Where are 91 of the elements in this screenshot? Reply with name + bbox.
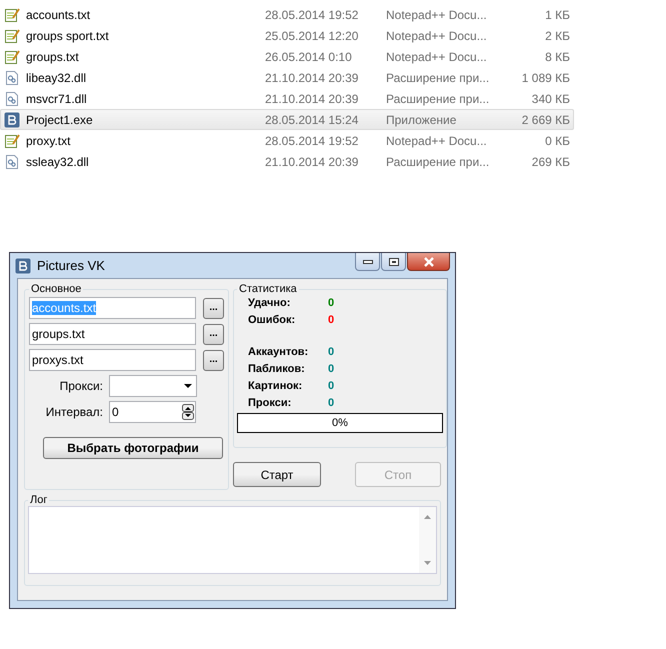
- file-name: Project1.exe: [26, 112, 94, 126]
- browse-button[interactable]: ...: [203, 350, 224, 370]
- file-size: 0 КБ: [544, 134, 570, 148]
- dropdown-arrow-icon: [184, 384, 192, 388]
- file-type: Расширение при...: [386, 92, 490, 106]
- file-date: 26.05.2014 0:10: [265, 50, 353, 64]
- file-type: Notepad++ Docu...: [386, 8, 488, 22]
- file-date: 21.10.2014 20:39: [265, 92, 360, 106]
- file-name: proxy.txt: [26, 134, 72, 148]
- file-name: accounts.txt: [26, 8, 92, 22]
- file-row[interactable]: msvcr71.dll 21.10.2014 20:39 Расширение при... 340 КБ: [0, 88, 574, 109]
- stat-label: Картинок:: [248, 380, 304, 392]
- file-row[interactable]: groups sport.txt 25.05.2014 12:20 Notepad++ Docu... 2 КБ: [0, 25, 574, 46]
- file-row[interactable]: ssleay32.dll 21.10.2014 20:39 Расширение при... 269 КБ: [0, 151, 574, 172]
- file-date: 21.10.2014 20:39: [265, 154, 360, 168]
- scroll-up-icon: [424, 515, 431, 519]
- minimize-button[interactable]: [355, 253, 380, 271]
- interval-spinner[interactable]: 0: [109, 401, 196, 423]
- file-type: Расширение при...: [386, 154, 490, 168]
- file-type: Расширение при...: [386, 70, 490, 84]
- browse-button[interactable]: ...: [203, 324, 224, 344]
- app-icon: [15, 258, 31, 274]
- field-value: accounts.txt: [32, 301, 96, 315]
- close-button[interactable]: [407, 253, 450, 271]
- file-path-field[interactable]: groups.txt: [29, 323, 196, 345]
- file-row[interactable]: Project1.exe 28.05.2014 15:24 Приложение 2 669 КБ: [0, 109, 574, 130]
- group-title: Основное: [30, 283, 82, 295]
- file-row[interactable]: proxy.txt 28.05.2014 19:52 Notepad++ Docu... 0 КБ: [0, 130, 574, 151]
- group-title: Статистика: [238, 283, 298, 295]
- maximize-icon: [388, 258, 398, 266]
- dll-file-icon: [4, 70, 20, 86]
- file-row[interactable]: groups.txt 26.05.2014 0:10 Notepad++ Docu... 8 КБ: [0, 46, 574, 67]
- file-row[interactable]: libeay32.dll 21.10.2014 20:39 Расширение при... 1 089 КБ: [0, 67, 574, 88]
- stat-label: Аккаунтов:: [248, 346, 310, 358]
- file-date: 21.10.2014 20:39: [265, 70, 360, 84]
- stat-label: Прокси:: [248, 397, 292, 409]
- file-size: 1 КБ: [544, 8, 570, 22]
- window-title: Pictures VK: [37, 258, 106, 273]
- file-size: 1 089 КБ: [520, 70, 570, 84]
- file-name: ssleay32.dll: [26, 154, 90, 168]
- notepad-file-icon: [4, 6, 20, 22]
- field-value: groups.txt: [32, 327, 85, 341]
- notepad-file-icon: [4, 28, 20, 44]
- file-type: Notepad++ Docu...: [386, 134, 488, 148]
- stat-label: Ошибок:: [248, 314, 296, 326]
- file-size: 8 КБ: [544, 50, 570, 64]
- file-date: 25.05.2014 12:20: [265, 28, 360, 42]
- group-title: Лог: [29, 494, 48, 506]
- progress-text: 0%: [332, 417, 348, 429]
- stat-label: Пабликов:: [248, 363, 306, 375]
- notepad-file-icon: [4, 132, 20, 148]
- file-name: groups sport.txt: [26, 28, 110, 42]
- select-photos-button[interactable]: Выбрать фотографии: [43, 437, 223, 459]
- stat-value: 0: [328, 380, 336, 392]
- file-type: Приложение: [386, 112, 458, 126]
- file-size: 269 КБ: [530, 154, 570, 168]
- spin-arrows-icon: [182, 404, 194, 420]
- dll-file-icon: [4, 154, 20, 170]
- scrollbar[interactable]: [419, 507, 436, 573]
- file-type: Notepad++ Docu...: [386, 50, 488, 64]
- app-icon: [4, 112, 20, 128]
- file-size: 340 КБ: [530, 92, 570, 106]
- stat-value: 0: [328, 314, 336, 326]
- maximize-button[interactable]: [381, 253, 406, 271]
- interval-label: Интервал:: [44, 405, 104, 419]
- field-value: proxys.txt: [32, 353, 84, 367]
- file-name: msvcr71.dll: [26, 92, 88, 106]
- file-date: 28.05.2014 19:52: [265, 134, 360, 148]
- file-type: Notepad++ Docu...: [386, 28, 488, 42]
- stat-value: 0: [328, 297, 336, 309]
- minimize-icon: [362, 260, 372, 264]
- file-path-field[interactable]: proxys.txt: [29, 349, 196, 371]
- file-name: groups.txt: [26, 50, 80, 64]
- file-size: 2 669 КБ: [520, 112, 570, 126]
- start-button[interactable]: Старт: [233, 462, 321, 487]
- file-size: 2 КБ: [544, 28, 570, 42]
- file-row[interactable]: accounts.txt 28.05.2014 19:52 Notepad++ Docu... 1 КБ: [0, 4, 574, 25]
- stat-label: Удачно:: [248, 297, 292, 309]
- dll-file-icon: [4, 90, 20, 106]
- file-date: 28.05.2014 15:24: [265, 112, 360, 126]
- file-name: libeay32.dll: [26, 70, 88, 84]
- stat-value: 0: [328, 346, 336, 358]
- interval-value: 0: [112, 405, 119, 419]
- proxy-label: Прокси:: [58, 379, 104, 393]
- scroll-down-icon: [424, 561, 431, 565]
- notepad-file-icon: [4, 48, 20, 64]
- close-icon: [422, 256, 434, 266]
- browse-button[interactable]: ...: [203, 298, 224, 318]
- stat-value: 0: [328, 363, 336, 375]
- stat-value: 0: [328, 397, 336, 409]
- file-date: 28.05.2014 19:52: [265, 8, 360, 22]
